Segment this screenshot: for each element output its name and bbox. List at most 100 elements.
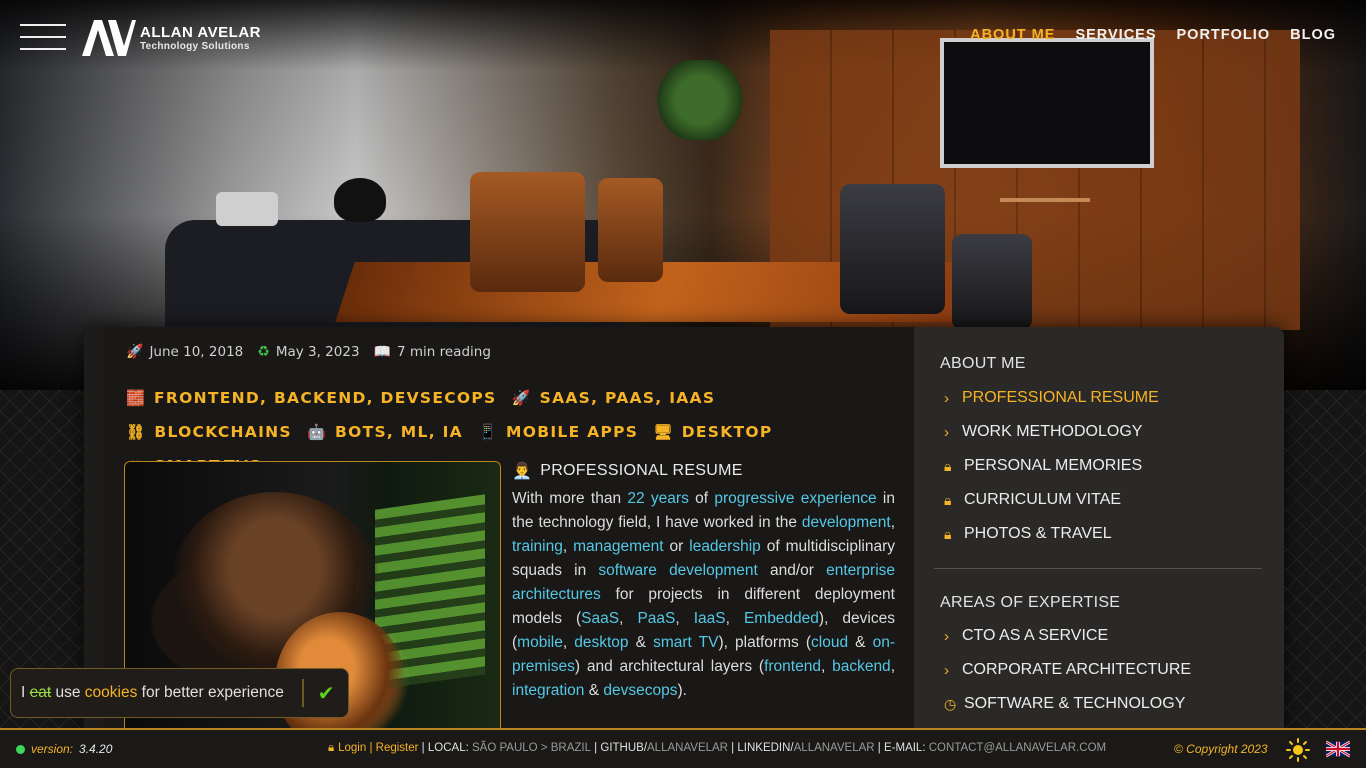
site-header: ALLAN AVELAR Technology Solutions ABOUT … [0,0,1366,72]
register-link[interactable]: Register [376,742,419,755]
linkedin-link[interactable]: LINKEDIN/ALLANAVELAR [737,742,874,755]
brand-name: ALLAN AVELAR [140,23,261,41]
sidebar-about-list: › PROFESSIONAL RESUME › WORK METHODOLOGY 🔒… [944,381,1159,551]
rocket-icon: 🚀 [126,344,144,360]
chevron-right-icon: › [944,661,949,679]
tag-item[interactable]: 🖥 DESKTOP [653,415,772,449]
article-body: 👨‍💼 PROFESSIONAL RESUME With more than 22… [512,461,895,703]
site-logo[interactable]: ALLAN AVELAR Technology Solutions [80,18,261,58]
text-link[interactable]: frontend [764,658,821,675]
nav-blog[interactable]: BLOG [1290,27,1336,43]
sidebar-item-photos-travel[interactable]: 🔒︎ PHOTOS & TRAVEL [944,517,1159,551]
text-link[interactable]: IaaS [694,610,726,627]
chevron-right-icon: › [944,389,949,407]
nav-portfolio[interactable]: PORTFOLIO [1177,27,1271,43]
brick-icon: 🧱 [126,389,146,407]
tag-label: BOTS, ML, IA [334,423,463,441]
menu-icon[interactable] [20,24,66,52]
text-link[interactable]: development [802,514,891,531]
status-dot-icon [16,744,25,754]
article-paragraph: With more than 22 years of progressive e… [512,490,896,699]
sidebar-heading-about: ABOUT ME [940,355,1026,372]
hero-vase [334,178,386,222]
text-link[interactable]: management [573,538,663,555]
sidebar-item-work-methodology[interactable]: › WORK METHODOLOGY [944,415,1159,449]
tag-item[interactable]: 🤖 BOTS, ML, IA [307,415,463,449]
chain-icon: ⛓ [126,423,147,441]
copyright: © Copyright 2023 [1174,742,1268,756]
text-link[interactable]: backend [832,658,891,675]
login-link[interactable]: Login [338,742,366,755]
text-link[interactable]: devsecops [603,682,677,699]
cookie-message: I eat use cookies for better experience [21,684,284,701]
text-link[interactable]: desktop [574,634,628,651]
version-number: 3.4.20 [79,742,113,756]
lock-icon: 🔒︎ [328,742,335,754]
tag-label: SAAS, PAAS, IAAS [539,389,716,407]
published-date: June 10, 2018 [149,344,244,360]
sidebar-expertise-list: › CTO AS A SERVICE › CORPORATE ARCHITECTUR… [944,619,1191,721]
hero-chair [952,234,1032,330]
lock-icon: 🔒︎ [944,525,952,542]
sidebar-item-curriculum-vitae[interactable]: 🔒︎ CURRICULUM VITAE [944,483,1159,517]
cookies-link[interactable]: cookies [85,684,138,701]
tag-item[interactable]: ⛓ BLOCKCHAINS [126,415,292,449]
text-link[interactable]: SaaS [581,610,619,627]
main-nav: ABOUT ME SERVICES PORTFOLIO BLOG [970,27,1336,43]
text-link[interactable]: integration [512,682,584,699]
text-link[interactable]: cloud [811,634,848,651]
chevron-right-icon: › [944,627,949,645]
footer-info: 🔒︎ Login | Register | LOCAL: SÃO PAULO >… [328,742,1107,755]
site-footer: version: 3.4.20 🔒︎ Login | Register | LO… [0,728,1366,768]
hero-chair [840,184,945,314]
uk-flag-icon[interactable] [1326,740,1350,758]
nav-about-me[interactable]: ABOUT ME [970,27,1055,43]
logo-av-icon [82,20,136,56]
hero-chair [598,178,663,282]
rocket-icon: 🚀 [511,389,532,407]
hero-bowl [216,192,278,226]
sidebar-heading-expertise: AREAS OF EXPERTISE [940,594,1121,611]
text-link[interactable]: smart TV [653,634,718,651]
hero-chair [470,172,585,292]
article-title: 👨‍💼 PROFESSIONAL RESUME [512,462,743,480]
article-meta: 🚀 June 10, 2018 ♻ May 3, 2023 📖 7 min readi… [126,344,491,360]
tag-item[interactable]: 📱 MOBILE APPS [478,415,638,449]
text-link[interactable]: training [512,538,563,555]
sidebar-item-personal-memories[interactable]: 🔒︎ PERSONAL MEMORIES [944,449,1159,483]
text-link[interactable]: mobile [517,634,563,651]
sidebar-divider [934,568,1262,569]
lock-icon: 🔒︎ [944,491,952,508]
cookie-banner: I eat use cookies for better experience … [10,668,349,718]
text-link[interactable]: Embedded [744,610,819,627]
lock-icon: 🔒︎ [944,457,952,474]
text-link[interactable]: software development [598,562,757,579]
text-link[interactable]: progressive experience [714,490,876,507]
sidebar-item-software-technology[interactable]: ◷ SOFTWARE & TECHNOLOGY [944,687,1191,721]
person-icon: 👨‍💼 [512,463,533,480]
email-link[interactable]: E-MAIL: CONTACT@ALLANAVELAR.COM [884,742,1106,755]
reading-time: 7 min reading [396,344,491,360]
tag-label: MOBILE APPS [506,423,639,441]
check-icon: ✔ [317,681,335,705]
github-link[interactable]: GITHUB/ALLANAVELAR [600,742,728,755]
text-link[interactable]: 22 years [627,490,688,507]
tag-item[interactable]: 🧱 FRONTEND, BACKEND, DEVSECOPS [126,381,497,415]
sidebar-item-cto-as-a-service[interactable]: › CTO AS A SERVICE [944,619,1191,653]
tag-label: DESKTOP [681,423,773,441]
nav-services[interactable]: SERVICES [1075,27,1156,43]
hero-plant [655,60,745,140]
sidebar-item-professional-resume[interactable]: › PROFESSIONAL RESUME [944,381,1159,415]
tag-item[interactable]: 🚀 SAAS, PAAS, IAAS [512,381,716,415]
sidebar: ABOUT ME › PROFESSIONAL RESUME › WORK METH… [914,327,1284,747]
version-info: version: 3.4.20 [16,742,112,756]
text-link[interactable]: PaaS [637,610,675,627]
accept-cookies-button[interactable]: ✔ [304,681,348,705]
text-link[interactable]: leadership [689,538,761,555]
desktop-icon: 🖥 [653,423,674,441]
sidebar-item-corporate-architecture[interactable]: › CORPORATE ARCHITECTURE [944,653,1191,687]
brand-tagline: Technology Solutions [140,40,250,52]
sun-icon[interactable] [1286,738,1310,762]
tag-label: BLOCKCHAINS [154,423,292,441]
phone-icon: 📱 [478,423,499,441]
